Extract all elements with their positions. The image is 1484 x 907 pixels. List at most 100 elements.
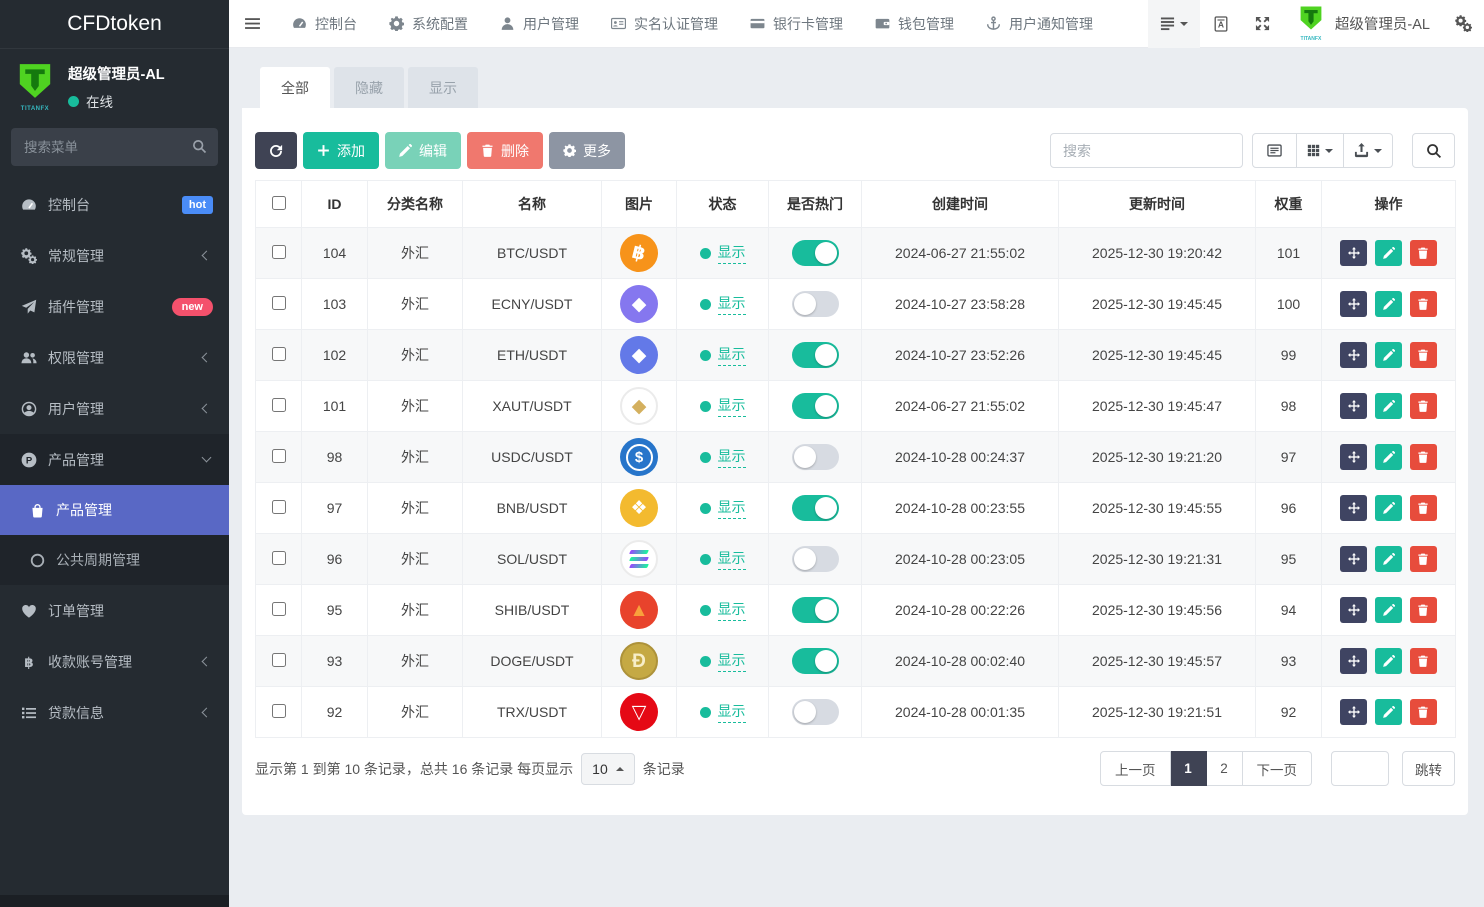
tab-shown[interactable]: 显示 xyxy=(408,67,478,108)
sidebar-item-payment-accounts[interactable]: 收款账号管理 xyxy=(0,636,229,687)
edit-row-button[interactable] xyxy=(1375,444,1402,470)
status-link[interactable]: 显示 xyxy=(700,701,746,723)
move-row-button[interactable] xyxy=(1340,342,1367,368)
topnav-item-kyc-manage[interactable]: 实名认证管理 xyxy=(595,0,734,48)
topnav-item-dashboard[interactable]: 控制台 xyxy=(276,0,373,48)
jump-page-input[interactable] xyxy=(1331,751,1389,786)
page-button-2[interactable]: 2 xyxy=(1207,751,1243,786)
row-checkbox[interactable] xyxy=(272,500,286,514)
sidebar-item-permissions[interactable]: 权限管理 xyxy=(0,332,229,383)
hot-toggle[interactable] xyxy=(792,597,839,623)
status-link[interactable]: 显示 xyxy=(700,650,746,672)
row-checkbox[interactable] xyxy=(272,245,286,259)
jump-button[interactable]: 跳转 xyxy=(1402,751,1455,786)
sidebar-subitem-public-cycle[interactable]: 公共周期管理 xyxy=(0,535,229,585)
edit-button[interactable]: 编辑 xyxy=(385,132,461,169)
search-submit-button[interactable] xyxy=(1412,133,1455,168)
edit-row-button[interactable] xyxy=(1375,597,1402,623)
menu-search-input[interactable] xyxy=(11,128,218,166)
delete-row-button[interactable] xyxy=(1410,444,1437,470)
delete-row-button[interactable] xyxy=(1410,393,1437,419)
row-checkbox[interactable] xyxy=(272,704,286,718)
edit-row-button[interactable] xyxy=(1375,699,1402,725)
topnav-item-wallet-manage[interactable]: 钱包管理 xyxy=(859,0,970,48)
delete-row-button[interactable] xyxy=(1410,597,1437,623)
edit-row-button[interactable] xyxy=(1375,393,1402,419)
hot-toggle[interactable] xyxy=(792,699,839,725)
status-link[interactable]: 显示 xyxy=(700,548,746,570)
sidebar-item-users[interactable]: 用户管理 xyxy=(0,383,229,434)
table-search-input[interactable] xyxy=(1050,133,1243,168)
select-all-checkbox[interactable] xyxy=(272,196,286,210)
next-page-button[interactable]: 下一页 xyxy=(1243,751,1313,786)
move-row-button[interactable] xyxy=(1340,240,1367,266)
more-button[interactable]: 更多 xyxy=(549,132,625,169)
export-button[interactable] xyxy=(1344,133,1393,168)
row-checkbox[interactable] xyxy=(272,347,286,361)
edit-row-button[interactable] xyxy=(1375,342,1402,368)
edit-row-button[interactable] xyxy=(1375,240,1402,266)
move-row-button[interactable] xyxy=(1340,291,1367,317)
sidebar-subitem-product-manage[interactable]: 产品管理 xyxy=(0,485,229,535)
hot-toggle[interactable] xyxy=(792,393,839,419)
hot-toggle[interactable] xyxy=(792,291,839,317)
topnav-item-notify-manage[interactable]: 用户通知管理 xyxy=(970,0,1109,48)
row-checkbox[interactable] xyxy=(272,551,286,565)
hot-toggle[interactable] xyxy=(792,546,839,572)
sidebar-item-loan-info[interactable]: 贷款信息 xyxy=(0,687,229,738)
delete-row-button[interactable] xyxy=(1410,546,1437,572)
card-view-button[interactable] xyxy=(1252,133,1297,168)
move-row-button[interactable] xyxy=(1340,546,1367,572)
hot-toggle[interactable] xyxy=(792,342,839,368)
refresh-button[interactable] xyxy=(255,132,297,169)
edit-row-button[interactable] xyxy=(1375,291,1402,317)
add-button[interactable]: 添加 xyxy=(303,132,379,169)
move-row-button[interactable] xyxy=(1340,393,1367,419)
topnav-item-user-manage[interactable]: 用户管理 xyxy=(484,0,595,48)
delete-row-button[interactable] xyxy=(1410,495,1437,521)
sidebar-item-orders[interactable]: 订单管理 xyxy=(0,585,229,636)
delete-button[interactable]: 删除 xyxy=(467,132,543,169)
sidebar-toggle-button[interactable] xyxy=(229,0,276,48)
language-button[interactable] xyxy=(1200,0,1242,48)
sidebar-item-plugins[interactable]: 插件管理 new xyxy=(0,281,229,332)
move-row-button[interactable] xyxy=(1340,648,1367,674)
status-link[interactable]: 显示 xyxy=(700,293,746,315)
topnav-item-bankcard-manage[interactable]: 银行卡管理 xyxy=(734,0,859,48)
menu-dropdown-button[interactable] xyxy=(1148,0,1200,48)
settings-button[interactable] xyxy=(1442,0,1484,48)
prev-page-button[interactable]: 上一页 xyxy=(1100,751,1171,786)
delete-row-button[interactable] xyxy=(1410,342,1437,368)
hot-toggle[interactable] xyxy=(792,495,839,521)
move-row-button[interactable] xyxy=(1340,597,1367,623)
status-link[interactable]: 显示 xyxy=(700,242,746,264)
delete-row-button[interactable] xyxy=(1410,648,1437,674)
edit-row-button[interactable] xyxy=(1375,495,1402,521)
edit-row-button[interactable] xyxy=(1375,546,1402,572)
move-row-button[interactable] xyxy=(1340,699,1367,725)
tab-hidden[interactable]: 隐藏 xyxy=(334,67,404,108)
fullscreen-button[interactable] xyxy=(1242,0,1284,48)
edit-row-button[interactable] xyxy=(1375,648,1402,674)
sidebar-item-general[interactable]: 常规管理 xyxy=(0,230,229,281)
delete-row-button[interactable] xyxy=(1410,291,1437,317)
status-link[interactable]: 显示 xyxy=(700,446,746,468)
row-checkbox[interactable] xyxy=(272,398,286,412)
delete-row-button[interactable] xyxy=(1410,240,1437,266)
profile-menu[interactable]: TITANFX 超级管理员-AL xyxy=(1284,5,1442,42)
hot-toggle[interactable] xyxy=(792,444,839,470)
move-row-button[interactable] xyxy=(1340,444,1367,470)
status-link[interactable]: 显示 xyxy=(700,344,746,366)
hot-toggle[interactable] xyxy=(792,648,839,674)
page-size-select[interactable]: 10 xyxy=(581,753,635,785)
status-link[interactable]: 显示 xyxy=(700,599,746,621)
row-checkbox[interactable] xyxy=(272,602,286,616)
row-checkbox[interactable] xyxy=(272,296,286,310)
sidebar-item-dashboard[interactable]: 控制台 hot xyxy=(0,179,229,230)
topnav-item-system-config[interactable]: 系统配置 xyxy=(373,0,484,48)
delete-row-button[interactable] xyxy=(1410,699,1437,725)
columns-button[interactable] xyxy=(1297,133,1344,168)
move-row-button[interactable] xyxy=(1340,495,1367,521)
row-checkbox[interactable] xyxy=(272,653,286,667)
hot-toggle[interactable] xyxy=(792,240,839,266)
